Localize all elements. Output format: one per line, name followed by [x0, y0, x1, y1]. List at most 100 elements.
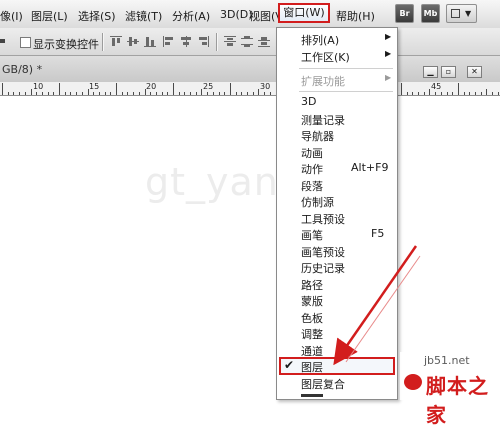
- menu-separator: [299, 68, 393, 69]
- menu-item-panel[interactable]: 仿制源: [277, 193, 397, 210]
- distribute-bottom-icon[interactable]: [258, 36, 270, 47]
- ruler-tick: [2, 83, 3, 95]
- align-left-icon[interactable]: [163, 36, 175, 47]
- window-menu: 排列(A) ▶ 工作区(K) ▶ 扩展功能 ▶ 3D 测量记录 导航器 动画 动作 Alt…: [276, 27, 398, 400]
- menu-item-label: 工具预设: [301, 212, 345, 226]
- menu-item-label: 路径: [301, 278, 323, 292]
- ruler-tick: [201, 89, 202, 95]
- ruler-tick: [224, 92, 225, 95]
- ruler-tick: [447, 92, 448, 95]
- grid-icon: [451, 9, 460, 18]
- menu-item-label: 画笔预设: [301, 245, 345, 259]
- menu-item-label: 测量记录: [301, 113, 345, 127]
- menu-item-label: 排列(A): [301, 34, 340, 47]
- menu-item-panel[interactable]: 通道: [277, 342, 397, 359]
- menu-item-label: 蒙版: [301, 295, 323, 308]
- ruler-tick: [184, 92, 185, 95]
- menu-filter[interactable]: 滤镜(T): [125, 8, 162, 24]
- checkmark-icon: ✔: [284, 358, 295, 372]
- menu-item-label: 图层: [301, 361, 323, 374]
- tool-preset-arrow-icon[interactable]: [0, 39, 5, 43]
- minimize-button[interactable]: ▁: [423, 66, 438, 78]
- menu-item-arrange[interactable]: 排列(A) ▶: [277, 31, 397, 48]
- menu-item-workspace[interactable]: 工作区(K) ▶: [277, 48, 397, 65]
- menu-item-panel[interactable]: 动作 Alt+F9: [277, 160, 397, 177]
- next-menu-item-partial: [301, 394, 323, 402]
- close-button[interactable]: ✕: [467, 66, 482, 78]
- site-watermark: jb51.net 脚本之家: [400, 352, 500, 427]
- close-icon: ✕: [471, 67, 478, 76]
- menu-window[interactable]: 窗口(W): [278, 3, 330, 23]
- align-hcenter-icon[interactable]: [180, 36, 192, 47]
- menu-item-panel[interactable]: 动画: [277, 144, 397, 161]
- ruler-tick: [264, 92, 265, 95]
- menu-item-label: 动画: [301, 146, 323, 160]
- ruler-tick: [36, 92, 37, 95]
- menu-item-panel[interactable]: 3D: [277, 94, 397, 111]
- menu-item-panel[interactable]: 画笔预设: [277, 243, 397, 260]
- document-title[interactable]: GB/8) *: [2, 63, 42, 76]
- menu-layer[interactable]: 图层(L): [31, 8, 68, 24]
- menu-item-panel[interactable]: 导航器: [277, 127, 397, 144]
- align-top-icon[interactable]: [110, 36, 122, 47]
- ruler-tick: [475, 92, 476, 95]
- menu-separator: [299, 91, 393, 92]
- distribute-top-icon[interactable]: [224, 36, 236, 47]
- ruler-tick: [219, 92, 220, 95]
- ruler-tick: [156, 92, 157, 95]
- ruler-tick: [418, 92, 419, 95]
- ruler-tick: [435, 92, 436, 95]
- show-transform-checkbox[interactable]: [20, 37, 31, 48]
- bridge-button[interactable]: Br: [395, 4, 414, 23]
- arrange-documents-button[interactable]: ▼: [446, 4, 477, 23]
- ruler-tick: [65, 92, 66, 95]
- menu-item-panel[interactable]: 画笔 F5: [277, 226, 397, 243]
- ruler-tick: [167, 92, 168, 95]
- menu-analysis[interactable]: 分析(A): [172, 8, 210, 24]
- ruler-tick: [190, 92, 191, 95]
- menu-item-panel[interactable]: 色板: [277, 309, 397, 326]
- menu-item-panel[interactable]: 蒙版: [277, 292, 397, 309]
- ruler-tick: [196, 92, 197, 95]
- menu-help[interactable]: 帮助(H): [336, 8, 375, 24]
- menu-image[interactable]: 像(I): [0, 8, 23, 24]
- menu-item-label: 调整: [301, 328, 323, 341]
- menu-item-label: 导航器: [301, 130, 334, 143]
- ruler-tick: [93, 92, 94, 95]
- align-bottom-icon[interactable]: [144, 36, 156, 47]
- ruler-tick: [99, 92, 100, 95]
- menu-item-panel[interactable]: 历史记录: [277, 259, 397, 276]
- ruler-tick: [469, 92, 470, 95]
- menu-item-panel[interactable]: 测量记录: [277, 111, 397, 128]
- chevron-down-icon: ▼: [465, 9, 472, 18]
- ruler-tick: [25, 92, 26, 95]
- site-logo-icon: [404, 374, 422, 390]
- submenu-arrow-icon: ▶: [385, 49, 392, 58]
- menu-3d[interactable]: 3D(D): [220, 8, 253, 21]
- menu-select[interactable]: 选择(S): [78, 8, 116, 24]
- align-right-icon[interactable]: [197, 36, 209, 47]
- ruler-tick: [105, 92, 106, 95]
- ruler-tick: [59, 83, 60, 95]
- menu-item-panel[interactable]: 段落: [277, 177, 397, 194]
- ruler-tick: [458, 83, 459, 95]
- menu-item-panel[interactable]: 工具预设: [277, 210, 397, 227]
- menu-item-label: 仿制源: [301, 196, 334, 209]
- menu-item-layers[interactable]: ✔ 图层: [277, 358, 397, 375]
- menu-item-panel[interactable]: 调整: [277, 325, 397, 342]
- ruler-tick: [241, 92, 242, 95]
- ruler-tick: [31, 89, 32, 95]
- mini-bridge-button[interactable]: Mb: [421, 4, 440, 23]
- ruler-label: 30: [260, 82, 271, 91]
- minimize-icon: ▁: [427, 67, 434, 76]
- ruler-tick: [247, 92, 248, 95]
- submenu-arrow-icon: ▶: [385, 32, 392, 41]
- menu-bar: 像(I) 图层(L) 选择(S) 滤镜(T) 分析(A) 3D(D) 视图(V)…: [0, 0, 500, 29]
- distribute-vcenter-icon[interactable]: [241, 36, 253, 47]
- menu-item-layer-comps[interactable]: 图层复合: [277, 375, 397, 392]
- ruler-tick: [150, 92, 151, 95]
- restore-button[interactable]: ▫: [441, 66, 456, 78]
- ruler-label: 10: [33, 82, 44, 91]
- menu-item-panel[interactable]: 路径: [277, 276, 397, 293]
- align-vcenter-icon[interactable]: [127, 36, 139, 47]
